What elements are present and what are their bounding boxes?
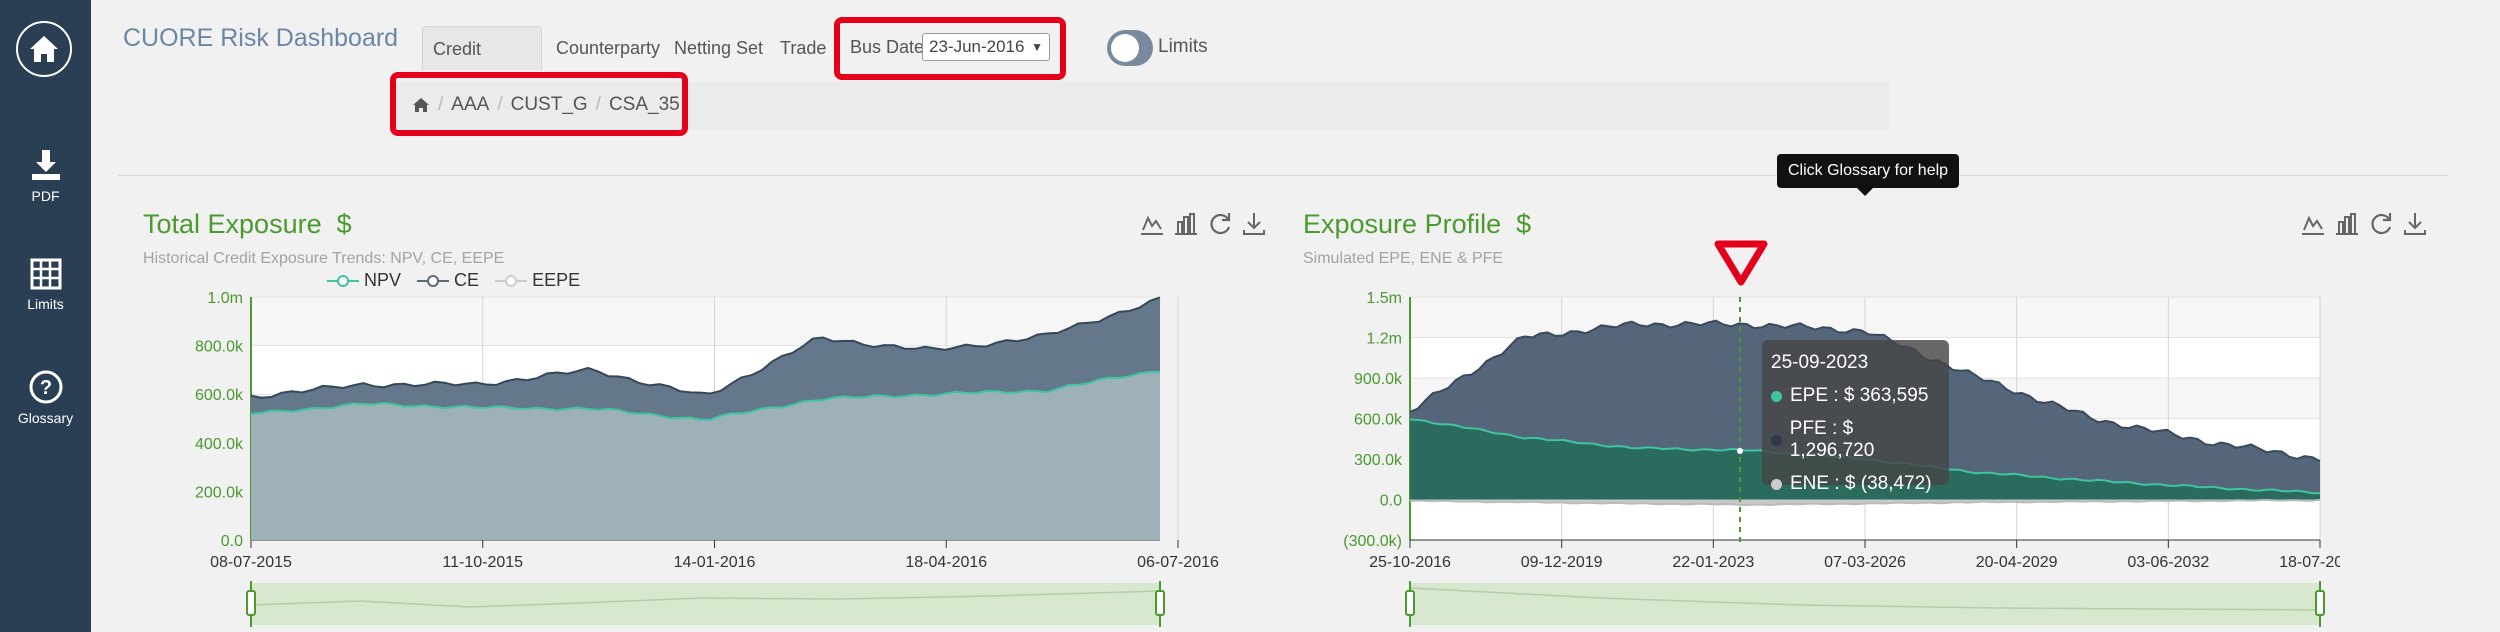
sidebar-item-limits[interactable]: Limits	[0, 258, 91, 312]
sidebar: PDF Limits ? Glossary	[0, 0, 91, 632]
download-icon[interactable]	[2401, 210, 2429, 238]
question-icon: ?	[29, 370, 62, 404]
download-icon	[31, 150, 60, 180]
tab-netting-set[interactable]: Netting Set	[664, 26, 773, 70]
x-tick-label: 09-12-2019	[1521, 554, 1603, 571]
exposure-profile-title: Exposure Profile $	[1303, 209, 1532, 239]
y-tick-label: 1.5m	[1366, 290, 1402, 307]
total-exposure-subtitle: Historical Credit Exposure Trends: NPV, …	[143, 250, 505, 267]
svg-text:?: ?	[39, 377, 51, 399]
breadcrumb-item-aaa[interactable]: AAA	[451, 94, 489, 116]
refresh-icon[interactable]	[2367, 210, 2395, 238]
tooltip-row-epe: EPE : $ 363,595	[1771, 385, 1940, 407]
x-tick-label: 08-07-2015	[210, 554, 292, 571]
y-tick-label: 800.0k	[195, 339, 244, 356]
sidebar-item-label: Limits	[27, 296, 64, 312]
download-icon[interactable]	[1240, 210, 1268, 238]
glossary-tooltip: Click Glossary for help	[1777, 154, 1960, 196]
y-tick-label: 600.0k	[195, 387, 244, 404]
y-tick-label: 200.0k	[195, 484, 244, 501]
tab-trade[interactable]: Trade	[770, 26, 836, 70]
toggle-knob	[1111, 34, 1139, 62]
home-icon[interactable]	[412, 97, 430, 113]
refresh-icon[interactable]	[1206, 210, 1234, 238]
x-tick-label: 06-07-2016	[1137, 554, 1219, 571]
y-tick-label: 1.2m	[1366, 331, 1402, 348]
tooltip-row-ene: ENE : $ (38,472)	[1771, 473, 1940, 495]
x-tick-label: 03-06-2032	[2127, 554, 2209, 571]
x-tick-label: 18-04-2016	[905, 554, 987, 571]
red-marker-icon	[1714, 240, 1768, 286]
bar-chart-icon[interactable]	[2333, 210, 2361, 238]
breadcrumb-item-csa[interactable]: CSA_35	[609, 94, 680, 116]
navigator-handle	[1155, 590, 1165, 616]
tooltip-date: 25-09-2023	[1771, 352, 1869, 373]
x-tick-label: 18-07-2035	[2279, 554, 2340, 571]
exposure-profile-subtitle: Simulated EPE, ENE & PFE	[1303, 250, 1504, 267]
tooltip-row-pfe: PFE : $ 1,296,720	[1771, 418, 1940, 462]
y-tick-label: 0.0	[1380, 493, 1402, 510]
limits-toggle[interactable]	[1107, 30, 1153, 66]
navigator	[251, 583, 1160, 625]
y-tick-label: 600.0k	[1354, 412, 1403, 429]
hover-point	[1737, 448, 1743, 454]
x-tick-label: 22-01-2023	[1672, 554, 1754, 571]
navigator-handle	[2315, 590, 2325, 616]
breadcrumb-item-cust[interactable]: CUST_G	[511, 94, 588, 116]
line-chart-icon[interactable]	[2299, 210, 2327, 238]
x-tick-label: 11-10-2015	[442, 554, 523, 571]
chevron-down-icon: ▼	[1031, 40, 1043, 54]
bus-date-value: 23-Jun-2016	[929, 37, 1025, 56]
plot-band	[251, 297, 1160, 346]
sidebar-item-label: PDF	[31, 188, 60, 204]
navigator-handle	[246, 590, 256, 616]
app-title: CUORE Risk Dashboard	[123, 24, 399, 52]
x-tick-label: 07-03-2026	[1824, 554, 1906, 571]
grid-icon	[30, 258, 61, 290]
total-exposure-chart[interactable]: 1.0m 800.0k 600.0k 400.0k 200.0k 0.0 08-07-201…	[140, 285, 1230, 632]
x-tick-label: 25-10-2016	[1369, 554, 1451, 571]
bar-chart-icon[interactable]	[1172, 210, 1200, 238]
y-tick-label: 1.0m	[207, 290, 243, 307]
navigator	[1410, 583, 2320, 625]
tab-counterparty[interactable]: Counterparty	[546, 26, 670, 70]
navigator-handle	[1405, 590, 1415, 616]
sidebar-item-pdf[interactable]: PDF	[0, 148, 91, 204]
limits-label: Limits	[1158, 36, 1208, 57]
home-icon	[30, 36, 58, 62]
breadcrumb: / AAA / CUST_G / CSA_35	[412, 94, 680, 116]
home-button[interactable]	[16, 21, 72, 77]
x-tick-label: 14-01-2016	[674, 554, 756, 571]
sidebar-item-label: Glossary	[17, 410, 74, 426]
sidebar-item-glossary[interactable]: ? Glossary	[0, 370, 91, 426]
y-tick-label: 400.0k	[195, 436, 244, 453]
y-tick-label: (300.0k)	[1343, 533, 1402, 550]
tab-credit-rating[interactable]: Credit Rating	[422, 26, 542, 103]
x-tick-label: 20-04-2029	[1976, 554, 2058, 571]
y-tick-label: 0.0	[221, 533, 243, 550]
bus-date-select[interactable]: 23-Jun-2016 ▼	[922, 33, 1050, 61]
y-tick-label: 900.0k	[1354, 371, 1403, 388]
divider	[118, 175, 2448, 176]
y-tick-label: 300.0k	[1354, 452, 1403, 469]
line-chart-icon[interactable]	[1138, 210, 1166, 238]
chart-hover-tooltip: 25-09-2023 EPE : $ 363,595 PFE : $ 1,296…	[1762, 340, 1949, 494]
total-exposure-title: Total Exposure $	[143, 209, 352, 239]
